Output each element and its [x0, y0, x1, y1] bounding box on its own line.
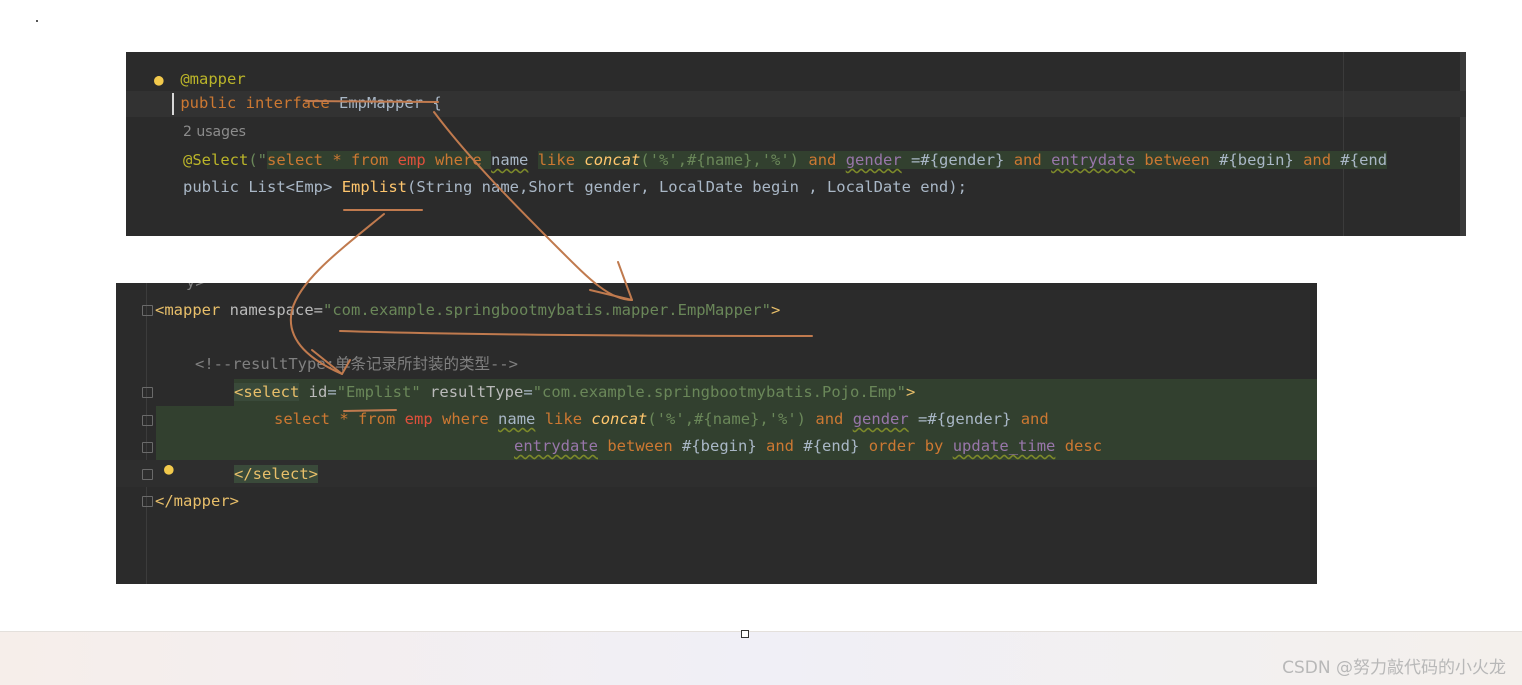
watermark: CSDN @努力敲代码的小火龙 — [1282, 658, 1506, 678]
fold-marker-icon[interactable] — [142, 387, 153, 398]
lightbulb-icon[interactable]: ● — [154, 70, 164, 89]
code-line-select-close[interactable]: </select> — [234, 461, 318, 487]
code-line-sql-2[interactable]: entrydate between #{begin} and #{end} or… — [514, 433, 1102, 459]
fold-marker-icon[interactable] — [142, 305, 153, 316]
resize-handle[interactable] — [741, 630, 749, 638]
method-name: Emplist — [341, 178, 408, 196]
code-line-sql-1[interactable]: select * from emp where name like concat… — [274, 406, 1049, 432]
text-caret — [172, 93, 174, 115]
code-line-method-signature[interactable]: public List<Emp> Emplist(String name,Sho… — [183, 174, 967, 200]
xml-editor-panel[interactable]: y> <mapper namespace="com.example.spring… — [116, 283, 1317, 584]
code-line-interface[interactable]: public interface EmpMapper { — [143, 64, 441, 112]
code-line-comment[interactable]: <!--resultType:单条记录所封装的类型--> — [195, 351, 518, 377]
class-name: EmpMapper — [339, 94, 424, 112]
fold-marker-icon[interactable] — [142, 496, 153, 507]
stray-dot — [36, 20, 38, 22]
fold-marker-icon[interactable] — [142, 415, 153, 426]
fold-marker-icon[interactable] — [142, 442, 153, 453]
code-line-select-open[interactable]: <select id="Emplist" resultType="com.exa… — [234, 379, 915, 405]
usages-hint[interactable]: 2 usages — [183, 124, 246, 140]
code-line-mapper-open[interactable]: <mapper namespace="com.example.springboo… — [155, 297, 780, 323]
fold-marker-icon[interactable] — [142, 469, 153, 480]
code-line-select-annotation[interactable]: @Select("select * from emp where name li… — [183, 147, 1388, 173]
editor-scrollbar[interactable] — [1460, 52, 1466, 236]
right-margin-guide — [1343, 52, 1344, 236]
code-line-partial[interactable]: y> — [186, 283, 205, 295]
gutter-separator — [146, 283, 147, 584]
code-line-mapper-close[interactable]: </mapper> — [155, 488, 239, 514]
java-editor-panel[interactable]: @mapper public interface EmpMapper { ● 2… — [126, 52, 1466, 236]
lightbulb-icon[interactable]: ● — [164, 459, 174, 478]
